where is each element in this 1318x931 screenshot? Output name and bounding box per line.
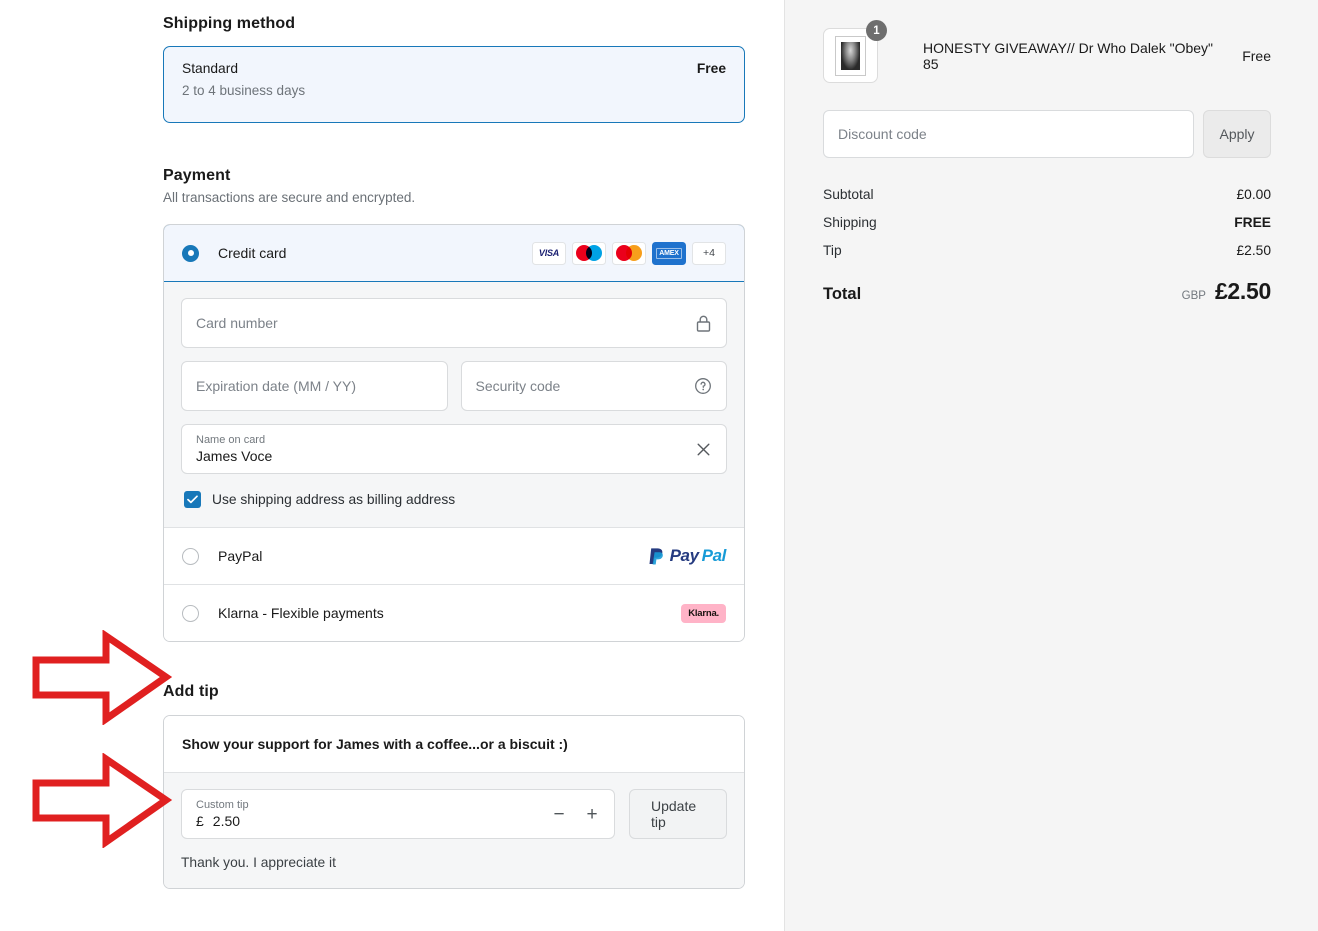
shipping-method-heading: Shipping method (163, 15, 296, 32)
totals-row-tip: Tip £2.50 (823, 243, 1271, 258)
visa-icon: VISA (532, 241, 566, 265)
payment-method-paypal[interactable]: PayPal Pay Pal (164, 527, 744, 584)
tip-body: Custom tip £ 2.50 − + Update tip Thank y… (164, 772, 744, 888)
shipping-option-days: 2 to 4 business days (182, 83, 306, 98)
annotation-arrow-custom-tip (32, 753, 173, 848)
card-brand-icons: VISA AMEX +4 (532, 241, 726, 265)
more-card-brands[interactable]: +4 (692, 241, 726, 265)
tip-amount-value: 2.50 (212, 812, 241, 829)
product-title: HONESTY GIVEAWAY// Dr Who Dalek "Obey" 8… (923, 39, 1214, 72)
custom-tip-label: Custom tip (196, 798, 249, 811)
product-thumbnail-wrap: 1 (823, 20, 887, 83)
totals-row-subtotal: Subtotal £0.00 (823, 187, 1271, 202)
total-currency: GBP (1181, 290, 1206, 302)
shipping-option-text: Standard 2 to 4 business days (182, 61, 305, 98)
total-label: Total (823, 285, 862, 303)
tip-controls: Custom tip £ 2.50 − + Update tip (181, 789, 727, 839)
mastercard-icon (612, 241, 646, 265)
expiration-placeholder: Expiration date (MM / YY) (196, 378, 357, 394)
radio-klarna[interactable] (182, 604, 199, 622)
discount-code-input[interactable]: Discount code (823, 110, 1194, 158)
klarna-logo: Klarna. (681, 603, 726, 623)
shipping-option-price: Free (696, 61, 726, 76)
billing-address-checkbox[interactable] (184, 491, 201, 508)
tip-decrement-button[interactable]: − (551, 805, 567, 824)
payment-method-label-paypal: PayPal (218, 548, 263, 564)
radio-paypal[interactable] (182, 547, 199, 565)
tip-value: £2.50 (1236, 243, 1271, 258)
tip-currency-symbol: £ (196, 812, 204, 829)
payment-method-credit-card[interactable]: Credit card VISA AMEX +4 (164, 225, 744, 282)
shipping-value: FREE (1234, 215, 1271, 230)
billing-address-row[interactable]: Use shipping address as billing address (181, 474, 727, 527)
paypal-logo-text-a: Pay (669, 546, 699, 565)
security-code-field[interactable]: Security code (460, 361, 727, 411)
payment-method-klarna[interactable]: Klarna - Flexible payments Klarna. (164, 584, 744, 641)
subtotal-value: £0.00 (1236, 187, 1271, 202)
radio-credit-card[interactable] (182, 244, 199, 262)
lock-icon (695, 314, 712, 333)
maestro-icon (572, 241, 606, 265)
custom-tip-field[interactable]: Custom tip £ 2.50 − + (181, 789, 615, 839)
totals-row-shipping: Shipping FREE (823, 215, 1271, 230)
paypal-logo-text-b: Pal (701, 546, 727, 565)
billing-address-label: Use shipping address as billing address (212, 492, 456, 507)
discount-row: Discount code Apply (823, 110, 1271, 158)
quantity-badge: 1 (866, 20, 887, 41)
paypal-logo: Pay Pal (647, 546, 726, 567)
amex-icon: AMEX (652, 241, 686, 265)
name-on-card-value: James Voce (196, 447, 273, 464)
product-price: Free (1242, 47, 1271, 64)
order-line-item: 1 HONESTY GIVEAWAY// Dr Who Dalek "Obey"… (823, 20, 1271, 83)
totals-row-total: Total GBP £2.50 (823, 278, 1271, 305)
name-on-card-field[interactable]: Name on card James Voce (181, 424, 727, 474)
update-tip-button[interactable]: Update tip (629, 789, 727, 839)
tip-stepper: − + (551, 805, 600, 824)
total-value: £2.50 (1214, 278, 1271, 304)
payment-method-label-klarna: Klarna - Flexible payments (218, 605, 384, 621)
apply-discount-button[interactable]: Apply (1203, 110, 1271, 158)
shipping-label: Shipping (823, 215, 877, 230)
add-tip-heading: Add tip (163, 683, 219, 700)
expiration-date-field[interactable]: Expiration date (MM / YY) (181, 361, 448, 411)
shipping-option-name: Standard (182, 61, 238, 76)
payment-methods-card: Credit card VISA AMEX +4 Card number Exp… (163, 224, 745, 642)
checkout-page: Shipping method Standard 2 to 4 business… (0, 0, 1318, 931)
payment-heading: Payment (163, 167, 231, 184)
order-totals: Subtotal £0.00 Shipping FREE Tip £2.50 T… (823, 187, 1271, 305)
help-circle-icon[interactable] (694, 377, 712, 395)
shipping-option-standard[interactable]: Standard 2 to 4 business days Free (163, 46, 745, 123)
tip-label: Tip (823, 243, 842, 258)
name-on-card-label: Name on card (196, 433, 266, 446)
tip-increment-button[interactable]: + (584, 805, 600, 824)
security-code-placeholder: Security code (475, 378, 561, 394)
add-tip-card: Show your support for James with a coffe… (163, 715, 745, 889)
credit-card-form: Card number Expiration date (MM / YY) Se… (164, 281, 744, 527)
clear-field-icon[interactable] (695, 441, 712, 458)
order-summary-panel: 1 HONESTY GIVEAWAY// Dr Who Dalek "Obey"… (784, 0, 1318, 931)
annotation-arrow-add-tip (32, 630, 173, 725)
card-number-placeholder: Card number (196, 315, 278, 331)
payment-method-label-credit-card: Credit card (218, 245, 287, 261)
card-expiry-security-row: Expiration date (MM / YY) Security code (181, 361, 727, 411)
tip-message: Show your support for James with a coffe… (164, 716, 744, 772)
subtotal-label: Subtotal (823, 187, 874, 202)
payment-security-note: All transactions are secure and encrypte… (163, 190, 416, 205)
shipping-options: Standard 2 to 4 business days Free (163, 46, 745, 123)
tip-thanks-message: Thank you. I appreciate it (181, 855, 336, 870)
card-number-field[interactable]: Card number (181, 298, 727, 348)
